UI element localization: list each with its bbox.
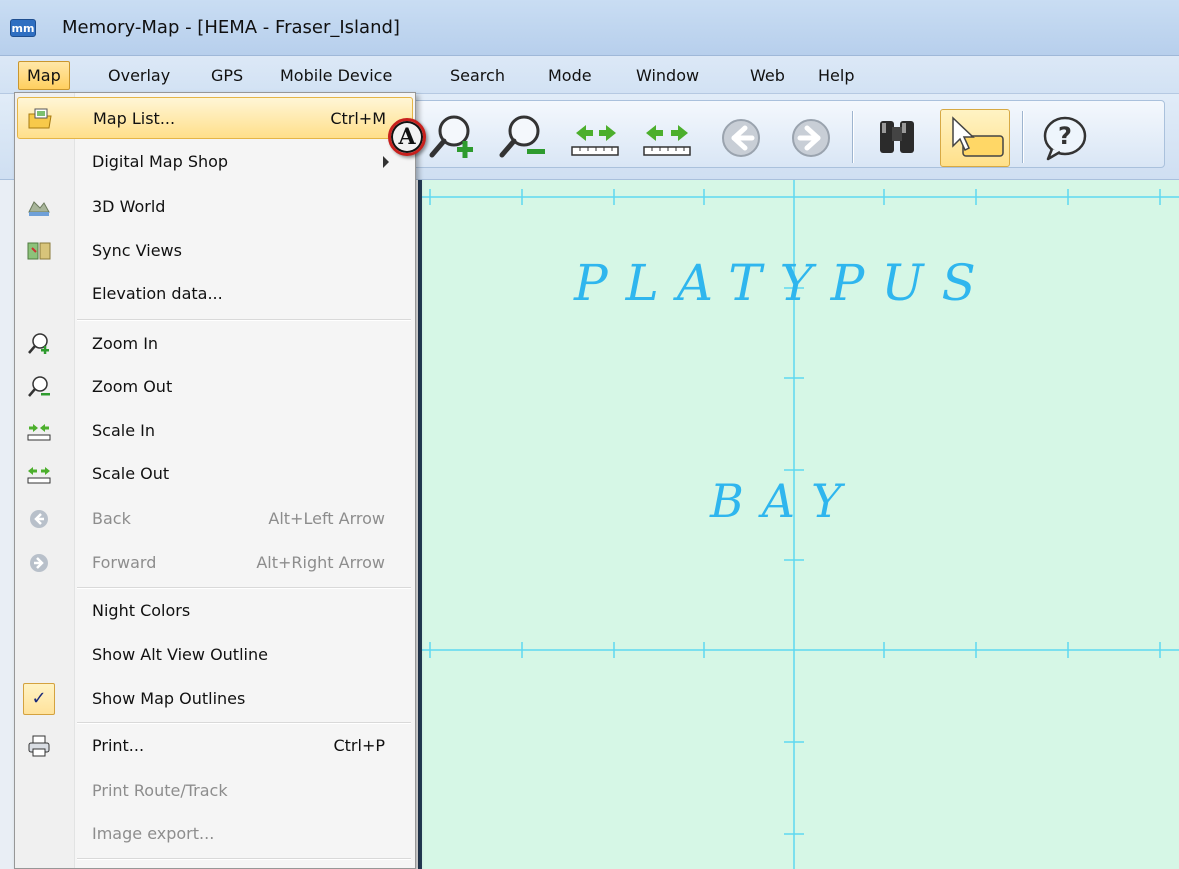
map-menu-dropdown: Map List... Ctrl+M Digital Map Shop 3D W… <box>14 92 416 869</box>
callout-marker: A <box>388 118 426 156</box>
menu-item-night-colors[interactable]: Night Colors <box>17 590 413 632</box>
back-icon[interactable] <box>712 109 770 167</box>
menu-item-label: Scale Out <box>92 464 170 483</box>
title-bar: mm Memory-Map - [HEMA - Fraser_Island] <box>0 0 1179 56</box>
menu-item-label: Show Alt View Outline <box>92 645 268 664</box>
menu-item-shortcut: Alt+Right Arrow <box>256 553 385 572</box>
menu-item-label: Forward <box>92 553 157 572</box>
menu-item-map-list[interactable]: Map List... Ctrl+M <box>17 97 413 139</box>
forward-icon <box>25 549 53 577</box>
menu-item-digital-map-shop[interactable]: Digital Map Shop <box>17 141 413 183</box>
menu-item-label: 3D World <box>92 197 166 216</box>
menu-item-shortcut: Ctrl+M <box>330 109 386 128</box>
menu-item-shortcut: Alt+Left Arrow <box>268 509 385 528</box>
menu-item-sync-views[interactable]: Sync Views <box>17 230 413 272</box>
menu-mode[interactable]: Mode <box>540 61 600 90</box>
app-logo-icon: mm <box>10 19 36 37</box>
menu-item-label: Elevation data... <box>92 284 223 303</box>
menu-item-scale-in[interactable]: Scale In <box>17 410 413 452</box>
zoom-out-icon <box>25 373 53 401</box>
menu-web[interactable]: Web <box>742 61 793 90</box>
menu-item-forward[interactable]: Forward Alt+Right Arrow <box>17 542 413 584</box>
zoom-in-icon <box>25 330 53 358</box>
svg-text:?: ? <box>1058 122 1072 150</box>
menu-item-label: Scale In <box>92 421 155 440</box>
menu-gps[interactable]: GPS <box>203 61 251 90</box>
menu-item-scale-out[interactable]: Scale Out <box>17 453 413 495</box>
menu-window[interactable]: Window <box>628 61 707 90</box>
menu-item-image-export[interactable]: Image export... <box>17 813 413 855</box>
select-pointer-icon[interactable] <box>940 109 1010 167</box>
menu-search[interactable]: Search <box>442 61 513 90</box>
menu-item-label: Zoom Out <box>92 377 173 396</box>
checkmark-icon: ✓ <box>23 683 55 715</box>
menu-item-label: Map List... <box>93 109 176 128</box>
window-title: Memory-Map - [HEMA - Fraser_Island] <box>62 17 400 38</box>
menu-item-label: Zoom In <box>92 334 159 353</box>
print-icon <box>25 732 53 760</box>
menu-item-elevation-data[interactable]: Elevation data... <box>17 273 413 315</box>
menu-item-label: Night Colors <box>92 601 191 620</box>
menu-item-show-alt-view-outline[interactable]: Show Alt View Outline <box>17 634 413 676</box>
forward-icon[interactable] <box>782 109 840 167</box>
menu-item-3d-world[interactable]: 3D World <box>17 186 413 228</box>
menu-item-label: Back <box>92 509 131 528</box>
menu-overlay[interactable]: Overlay <box>100 61 178 90</box>
menu-item-shortcut: Ctrl+P <box>333 736 385 755</box>
zoom-out-icon[interactable] <box>494 109 552 167</box>
scale-in-icon[interactable] <box>566 109 624 167</box>
menu-bar: Map Overlay GPS Mobile Device Search Mod… <box>0 56 1179 94</box>
help-icon[interactable]: ? <box>1036 109 1094 167</box>
menu-separator <box>77 319 411 321</box>
scale-out-icon <box>25 460 53 488</box>
map-list-icon <box>26 105 54 133</box>
menu-separator <box>77 858 411 860</box>
menu-item-label: Image export... <box>92 824 215 843</box>
menu-mobile-device[interactable]: Mobile Device <box>272 61 400 90</box>
3d-world-icon <box>25 193 53 221</box>
menu-item-zoom-in[interactable]: Zoom In <box>17 323 413 365</box>
sync-views-icon <box>25 237 53 265</box>
zoom-in-icon[interactable] <box>424 109 482 167</box>
submenu-arrow-icon <box>383 156 389 168</box>
menu-map[interactable]: Map <box>18 61 70 90</box>
menu-item-show-map-outlines[interactable]: ✓ Show Map Outlines <box>17 678 413 720</box>
menu-item-print[interactable]: Print... Ctrl+P <box>17 725 413 767</box>
menu-separator <box>77 587 411 589</box>
back-icon <box>25 505 53 533</box>
map-label-platypus: PLATYPUS <box>574 254 994 312</box>
binoculars-icon[interactable] <box>868 109 926 167</box>
scale-in-icon <box>25 417 53 445</box>
menu-item-print-route-track[interactable]: Print Route/Track <box>17 770 413 812</box>
menu-help[interactable]: Help <box>810 61 862 90</box>
toolbar-separator <box>1022 111 1023 163</box>
menu-item-label: Sync Views <box>92 241 182 260</box>
toolbar-panel: ? <box>405 100 1165 168</box>
map-view[interactable]: PLATYPUS BAY <box>422 180 1179 869</box>
map-label-bay: BAY <box>710 474 860 528</box>
menu-item-zoom-out[interactable]: Zoom Out <box>17 366 413 408</box>
menu-item-label: Print... <box>92 736 145 755</box>
menu-item-label: Digital Map Shop <box>92 152 229 171</box>
toolbar-separator <box>852 111 853 163</box>
menu-separator <box>77 722 411 724</box>
menu-item-back[interactable]: Back Alt+Left Arrow <box>17 498 413 540</box>
menu-item-label: Print Route/Track <box>92 781 228 800</box>
menu-item-label: Show Map Outlines <box>92 689 246 708</box>
scale-out-icon[interactable] <box>638 109 696 167</box>
